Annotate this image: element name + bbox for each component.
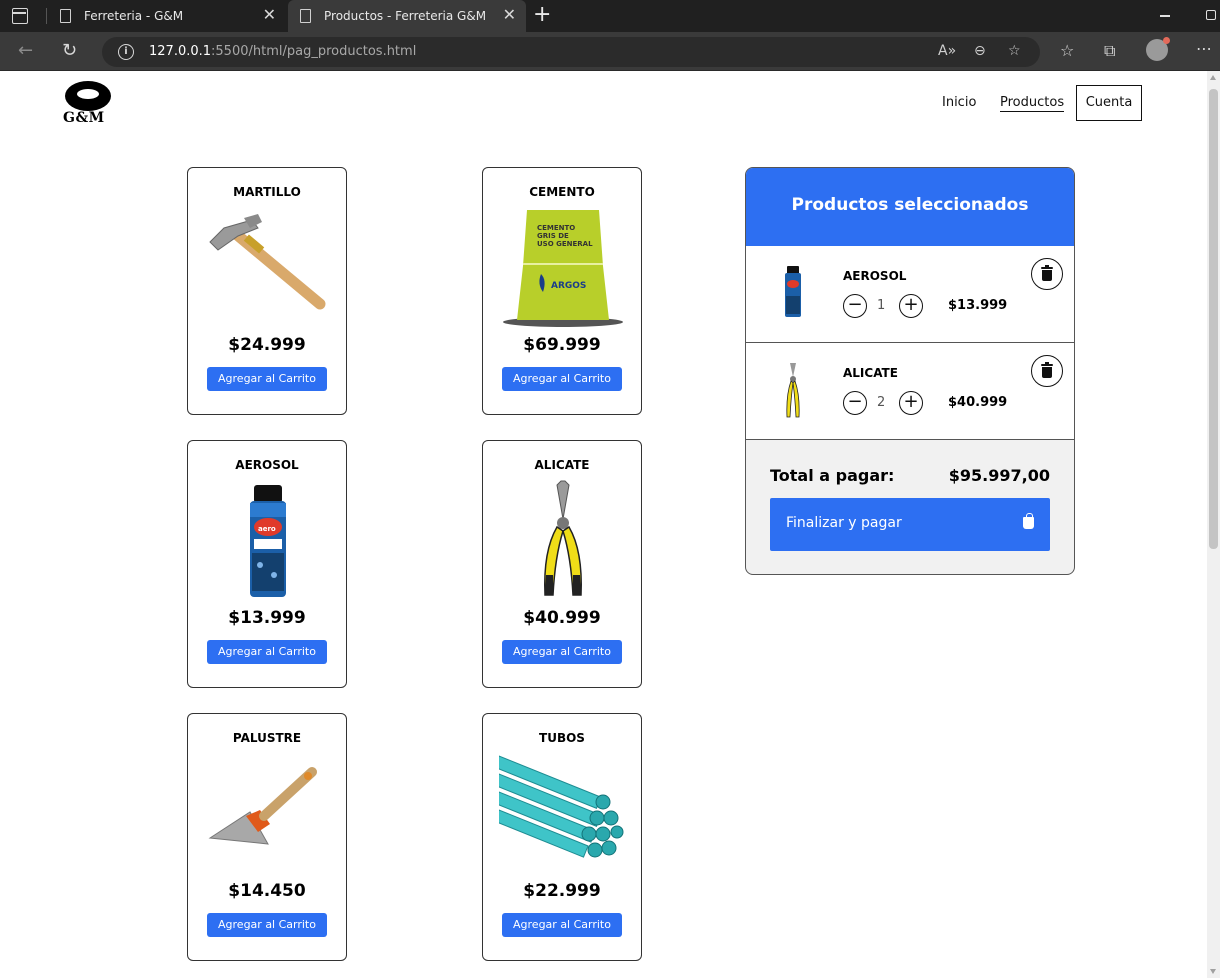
product-card: TUBOS $22.999 Agregar al Carrito [482, 713, 642, 961]
product-card: CEMENTO CEMENTO GRIS DE USO GENERAL ARGO… [482, 167, 642, 415]
pipes-icon [499, 755, 624, 858]
spray-can-icon: aero [250, 485, 286, 597]
total-value: $95.997,00 [948, 466, 1050, 485]
profile-avatar-icon[interactable] [1146, 37, 1170, 61]
add-to-cart-button[interactable]: Agregar al Carrito [502, 367, 622, 391]
total-label: Total a pagar: [770, 466, 895, 485]
vertical-scrollbar[interactable] [1207, 71, 1220, 978]
add-to-cart-button[interactable]: Agregar al Carrito [502, 640, 622, 664]
minimize-icon[interactable] [1160, 15, 1170, 17]
page-icon [300, 9, 311, 23]
cart-item-price: $13.999 [948, 298, 1008, 313]
more-menu-icon[interactable]: ⋯ [1196, 39, 1212, 58]
logo-mark-icon [65, 81, 111, 111]
cart-panel: Productos seleccionados AEROSOL − 1 + $1… [745, 167, 1075, 575]
checkout-button[interactable]: Finalizar y pagar [770, 498, 1050, 551]
site-logo[interactable]: G&M [62, 81, 114, 127]
tab-actions-icon[interactable] [12, 8, 28, 24]
product-price: $14.450 [228, 881, 306, 901]
nav-link-productos[interactable]: Productos [1000, 95, 1065, 112]
cart-item-name: ALICATE [843, 366, 898, 380]
read-aloud-icon[interactable]: A» [938, 43, 956, 59]
product-card: AEROSOL aero $13.999 Agregar al Carrito [187, 440, 347, 688]
tab-separator [46, 8, 47, 24]
product-name: AEROSOL [235, 458, 299, 472]
increase-quantity-button[interactable]: + [899, 294, 923, 318]
product-card: ALICATE $40.999 Agregar al Carrito [482, 440, 642, 688]
maximize-icon[interactable] [1206, 10, 1216, 20]
url-field[interactable]: i 127.0.0.1:5500/html/pag_productos.html… [102, 37, 1040, 67]
tab-title: Productos - Ferreteria G&M [324, 9, 487, 23]
favorites-icon[interactable]: ☆ [1060, 41, 1074, 60]
favorite-add-icon[interactable]: ☆ [1008, 43, 1021, 59]
product-name: CEMENTO [529, 185, 595, 199]
back-icon[interactable]: ← [18, 40, 33, 62]
cart-item: ALICATE − 2 + $40.999 [746, 343, 1074, 440]
tab-title: Ferreteria - G&M [84, 9, 184, 23]
page-icon [60, 9, 71, 23]
close-tab-icon[interactable]: ✕ [503, 6, 516, 24]
url-host: 127.0.0.1 [149, 44, 212, 59]
add-to-cart-button[interactable]: Agregar al Carrito [207, 640, 327, 664]
product-name: PALUSTRE [232, 731, 302, 745]
trowel-icon [208, 767, 317, 845]
decrease-quantity-button[interactable]: − [843, 294, 867, 318]
decrease-quantity-button[interactable]: − [843, 391, 867, 415]
cart-item-price: $40.999 [948, 395, 1008, 410]
add-to-cart-button[interactable]: Agregar al Carrito [207, 913, 327, 937]
browser-tab[interactable]: Ferreteria - G&M ✕ [48, 0, 286, 32]
zoom-icon[interactable]: ⊖ [974, 43, 986, 59]
url-text: 127.0.0.1:5500/html/pag_productos.html [149, 44, 416, 59]
product-price: $69.999 [523, 335, 601, 355]
product-price: $24.999 [228, 335, 306, 355]
site-info-icon[interactable]: i [118, 44, 134, 60]
cart-item-quantity: 1 [877, 298, 886, 313]
url-path: :5500/html/pag_productos.html [211, 44, 417, 59]
scroll-up-icon[interactable] [1210, 75, 1216, 80]
browser-tab-active[interactable]: Productos - Ferreteria G&M ✕ [288, 0, 526, 32]
close-tab-icon[interactable]: ✕ [263, 6, 276, 24]
cart-title: Productos seleccionados [791, 195, 1029, 215]
address-bar: ← ↻ i 127.0.0.1:5500/html/pag_productos.… [0, 32, 1220, 71]
cart-item-name: AEROSOL [843, 269, 907, 283]
product-price: $13.999 [228, 608, 306, 628]
product-card: PALUSTRE $14.450 Agregar al Carrito [187, 713, 347, 961]
pliers-icon [786, 363, 800, 418]
collections-icon[interactable]: ⧉ [1104, 41, 1115, 61]
product-name: ALICATE [534, 458, 590, 472]
scroll-down-icon[interactable] [1210, 969, 1216, 974]
bag-text-line3: USO GENERAL [537, 240, 593, 248]
hammer-icon [209, 214, 326, 310]
product-card: MARTILLO $24.999 Agregar al Carrito [187, 167, 347, 415]
product-name: MARTILLO [233, 185, 301, 199]
browser-tab-bar: Ferreteria - G&M ✕ Productos - Ferreteri… [0, 0, 1220, 32]
bag-text-line1: CEMENTO [537, 224, 575, 232]
pliers-icon [544, 480, 582, 596]
checkout-label: Finalizar y pagar [786, 515, 902, 531]
trash-icon[interactable] [1031, 258, 1063, 290]
logo-text: G&M [63, 110, 105, 126]
cement-bag-icon: CEMENTO GRIS DE USO GENERAL ARGOS [503, 210, 623, 327]
cart-item-quantity: 2 [877, 395, 886, 410]
product-name: TUBOS [539, 731, 585, 745]
reload-icon[interactable]: ↻ [62, 40, 77, 62]
trash-icon[interactable] [1031, 355, 1063, 387]
page-content: G&M Inicio Productos Cuenta MARTILLO $24… [0, 71, 1207, 978]
svg-text:aero: aero [258, 525, 276, 533]
increase-quantity-button[interactable]: + [899, 391, 923, 415]
scrollbar-thumb[interactable] [1209, 89, 1218, 549]
product-price: $22.999 [523, 881, 601, 901]
product-price: $40.999 [523, 608, 601, 628]
add-to-cart-button[interactable]: Agregar al Carrito [207, 367, 327, 391]
spray-can-icon [785, 266, 801, 317]
bag-text-line2: GRIS DE [537, 232, 569, 240]
cart-item: AEROSOL − 1 + $13.999 [746, 246, 1074, 343]
cart-header: Productos seleccionados [746, 168, 1074, 246]
nav-link-inicio[interactable]: Inicio [942, 95, 976, 131]
shopping-bag-icon [1023, 513, 1034, 529]
nav-button-cuenta[interactable]: Cuenta [1076, 85, 1142, 121]
bag-brand: ARGOS [551, 281, 586, 291]
new-tab-icon[interactable]: + [533, 3, 551, 27]
add-to-cart-button[interactable]: Agregar al Carrito [502, 913, 622, 937]
